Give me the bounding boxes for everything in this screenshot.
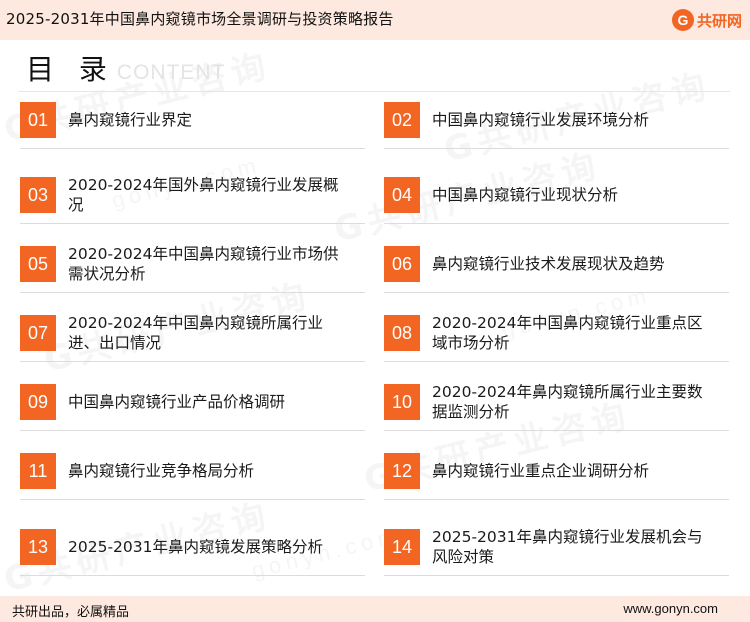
toc-item-number: 03 xyxy=(20,177,56,213)
toc-item[interactable]: 10 2020-2024年鼻内窥镜所属行业主要数据监测分析 xyxy=(384,373,729,431)
toc-item-divider xyxy=(384,575,729,576)
toc-item[interactable]: 13 2025-2031年鼻内窥镜发展策略分析 xyxy=(20,518,365,576)
toc-item-number: 04 xyxy=(384,177,420,213)
footer-website-link[interactable]: www.gonyn.com xyxy=(623,601,718,616)
logo-text: 共研网 xyxy=(696,11,742,30)
toc-item-label: 2020-2024年鼻内窥镜所属行业主要数据监测分析 xyxy=(432,383,703,421)
report-title: 2025-2031年中国鼻内窥镜市场全景调研与投资策略报告 xyxy=(6,10,394,28)
toc-item-divider xyxy=(20,148,365,149)
toc-item-divider xyxy=(384,223,729,224)
toc-item-number: 12 xyxy=(384,453,420,489)
toc-item-number: 01 xyxy=(20,102,56,138)
toc-item[interactable]: 14 2025-2031年鼻内窥镜行业发展机会与风险对策 xyxy=(384,518,729,576)
toc-item-divider xyxy=(20,430,365,431)
toc-item-divider xyxy=(384,361,729,362)
toc-item[interactable]: 05 2020-2024年中国鼻内窥镜行业市场供需状况分析 xyxy=(20,235,365,293)
brand-logo: G 共研网 xyxy=(671,8,742,32)
toc-item-label: 鼻内窥镜行业技术发展现状及趋势 xyxy=(432,255,665,273)
toc-item-divider xyxy=(384,430,729,431)
toc-item-label: 2025-2031年鼻内窥镜行业发展机会与风险对策 xyxy=(432,528,703,566)
toc-item[interactable]: 07 2020-2024年中国鼻内窥镜所属行业进、出口情况 xyxy=(20,304,365,362)
toc-item[interactable]: 12 鼻内窥镜行业重点企业调研分析 xyxy=(384,442,729,500)
toc-item[interactable]: 01 鼻内窥镜行业界定 xyxy=(20,91,365,149)
toc-heading: 目 录 CONTENT xyxy=(26,48,225,86)
toc-item-divider xyxy=(20,223,365,224)
toc-item-number: 07 xyxy=(20,315,56,351)
logo-g-icon: G xyxy=(671,9,694,31)
toc-title: 目 录 xyxy=(26,53,115,86)
toc-item-number: 14 xyxy=(384,529,420,565)
toc-item-label: 2020-2024年中国鼻内窥镜行业市场供需状况分析 xyxy=(68,245,339,283)
toc-item-label: 2025-2031年鼻内窥镜发展策略分析 xyxy=(68,538,323,556)
toc-item-divider xyxy=(20,292,365,293)
toc-item-divider xyxy=(20,499,365,500)
toc-item-label: 2020-2024年中国鼻内窥镜行业重点区域市场分析 xyxy=(432,314,703,352)
toc-item-number: 09 xyxy=(20,384,56,420)
toc-item-number: 08 xyxy=(384,315,420,351)
toc-item[interactable]: 03 2020-2024年国外鼻内窥镜行业发展概况 xyxy=(20,166,365,224)
toc-item[interactable]: 02 中国鼻内窥镜行业发展环境分析 xyxy=(384,91,729,149)
toc-item-number: 06 xyxy=(384,246,420,282)
toc-item-number: 02 xyxy=(384,102,420,138)
toc-item-label: 鼻内窥镜行业竞争格局分析 xyxy=(68,462,255,480)
toc-item-divider xyxy=(20,361,365,362)
toc-item-number: 13 xyxy=(20,529,56,565)
toc-item-label: 中国鼻内窥镜行业发展环境分析 xyxy=(432,111,650,129)
toc-item-divider xyxy=(384,148,729,149)
toc-item[interactable]: 11 鼻内窥镜行业竞争格局分析 xyxy=(20,442,365,500)
toc-item-label: 2020-2024年中国鼻内窥镜所属行业进、出口情况 xyxy=(68,314,323,352)
header-bar: 2025-2031年中国鼻内窥镜市场全景调研与投资策略报告 G 共研网 xyxy=(0,0,750,40)
toc-item-label: 2020-2024年国外鼻内窥镜行业发展概况 xyxy=(68,176,339,214)
toc-item[interactable]: 04 中国鼻内窥镜行业现状分析 xyxy=(384,166,729,224)
toc-item[interactable]: 08 2020-2024年中国鼻内窥镜行业重点区域市场分析 xyxy=(384,304,729,362)
footer-bar: 共研出品，必属精品 www.gonyn.com xyxy=(0,596,750,622)
footer-slogan: 共研出品，必属精品 xyxy=(12,605,130,620)
toc-item[interactable]: 06 鼻内窥镜行业技术发展现状及趋势 xyxy=(384,235,729,293)
toc-subtitle: CONTENT xyxy=(116,61,226,84)
toc-item[interactable]: 09 中国鼻内窥镜行业产品价格调研 xyxy=(20,373,365,431)
toc-item-label: 中国鼻内窥镜行业产品价格调研 xyxy=(68,393,286,411)
toc-item-number: 10 xyxy=(384,384,420,420)
toc-item-label: 中国鼻内窥镜行业现状分析 xyxy=(432,186,619,204)
toc-item-divider xyxy=(384,499,729,500)
toc-item-divider xyxy=(20,575,365,576)
toc-item-divider xyxy=(384,292,729,293)
toc-item-number: 11 xyxy=(20,453,56,489)
toc-item-label: 鼻内窥镜行业界定 xyxy=(68,111,193,129)
toc-item-label: 鼻内窥镜行业重点企业调研分析 xyxy=(432,462,650,480)
toc-item-number: 05 xyxy=(20,246,56,282)
